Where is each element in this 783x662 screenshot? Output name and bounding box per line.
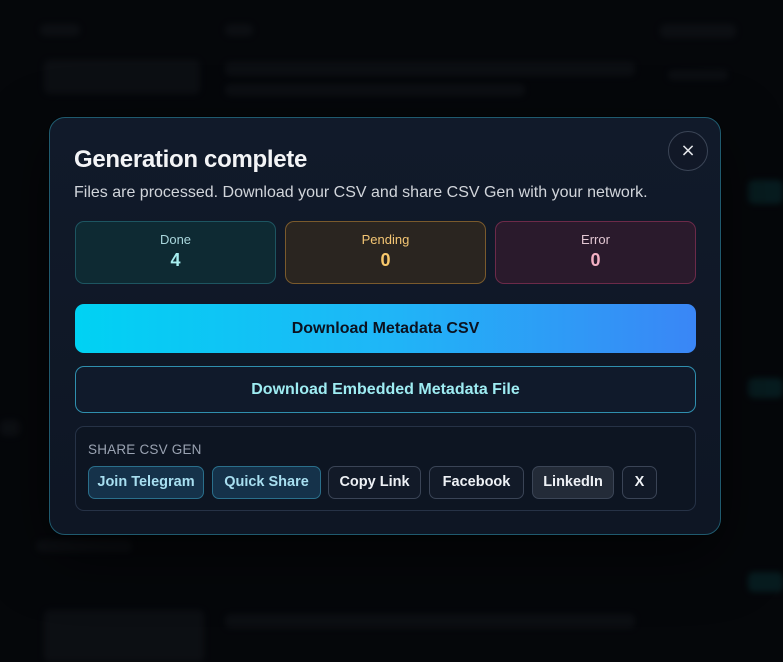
facebook-share-button[interactable]: Facebook xyxy=(429,466,524,499)
download-metadata-csv-button[interactable]: Download Metadata CSV xyxy=(75,304,696,353)
generation-complete-dialog: × Generation complete Files are processe… xyxy=(49,117,721,535)
copy-link-button[interactable]: Copy Link xyxy=(328,466,421,499)
stat-pending-label: Pending xyxy=(361,232,410,247)
stat-done-value: 4 xyxy=(170,250,181,270)
close-icon[interactable]: × xyxy=(668,131,708,171)
quick-share-button[interactable]: Quick Share xyxy=(212,466,321,499)
join-telegram-button[interactable]: Join Telegram xyxy=(88,466,204,499)
linkedin-share-button[interactable]: LinkedIn xyxy=(532,466,614,499)
stat-done-card: Done 4 xyxy=(75,221,276,284)
stat-done-label: Done xyxy=(159,232,192,247)
dialog-subtitle: Files are processed. Download your CSV a… xyxy=(74,184,648,201)
dialog-title: Generation complete xyxy=(74,146,308,173)
stat-error-label: Error xyxy=(581,232,610,247)
stat-error-card: Error 0 xyxy=(495,221,696,284)
x-share-button[interactable]: X xyxy=(622,466,657,499)
share-heading: SHARE CSV GEN xyxy=(88,442,202,457)
stat-pending-card: Pending 0 xyxy=(285,221,486,284)
share-panel: SHARE CSV GEN Join Telegram Quick Share … xyxy=(75,426,696,511)
download-embedded-metadata-button[interactable]: Download Embedded Metadata File xyxy=(75,366,696,413)
stat-error-value: 0 xyxy=(590,250,601,270)
stat-pending-value: 0 xyxy=(380,250,391,270)
